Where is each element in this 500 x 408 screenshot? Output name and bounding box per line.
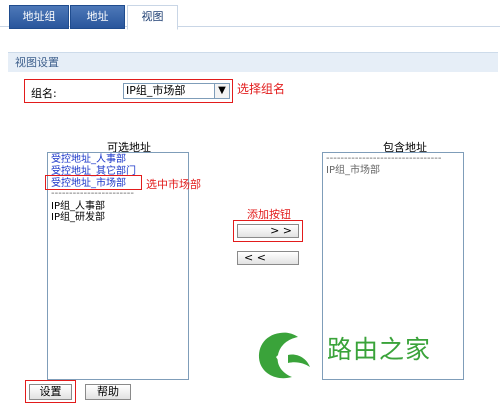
- tab-address[interactable]: 地址: [70, 5, 125, 29]
- watermark-text: 路由之家: [327, 335, 432, 364]
- group-select[interactable]: IP组_市场部 ▼: [123, 83, 230, 99]
- list-item[interactable]: 受控地址_人事部: [51, 154, 126, 165]
- settings-button[interactable]: 设置: [29, 384, 72, 400]
- selected-item-highlight: [45, 175, 142, 190]
- watermark-logo: [252, 327, 318, 383]
- section-title: 视图设置: [15, 56, 59, 69]
- leaf-logo-icon: [258, 332, 310, 379]
- group-select-value: IP组_市场部: [126, 84, 186, 97]
- help-button[interactable]: 帮助: [85, 384, 131, 400]
- list-item[interactable]: IP组_人事部: [51, 201, 105, 212]
- section-header: 视图设置: [8, 52, 498, 72]
- group-annotation: 选择组名: [237, 82, 286, 96]
- list-item[interactable]: IP组_市场部: [326, 165, 380, 176]
- tab-view[interactable]: 视图: [127, 5, 178, 30]
- group-label: 组名:: [31, 87, 57, 100]
- tab-address-group[interactable]: 地址组: [9, 5, 69, 29]
- list-item[interactable]: IP组_研发部: [51, 212, 105, 223]
- tab-bar: 地址组 地址 视图: [0, 0, 500, 30]
- chevron-down-icon[interactable]: ▼: [214, 84, 229, 98]
- list-separator: --------------------------------: [326, 153, 442, 164]
- selection-annotation: 选中市场部: [146, 178, 201, 191]
- remove-button[interactable]: < <: [237, 251, 299, 265]
- add-button[interactable]: > >: [237, 224, 299, 238]
